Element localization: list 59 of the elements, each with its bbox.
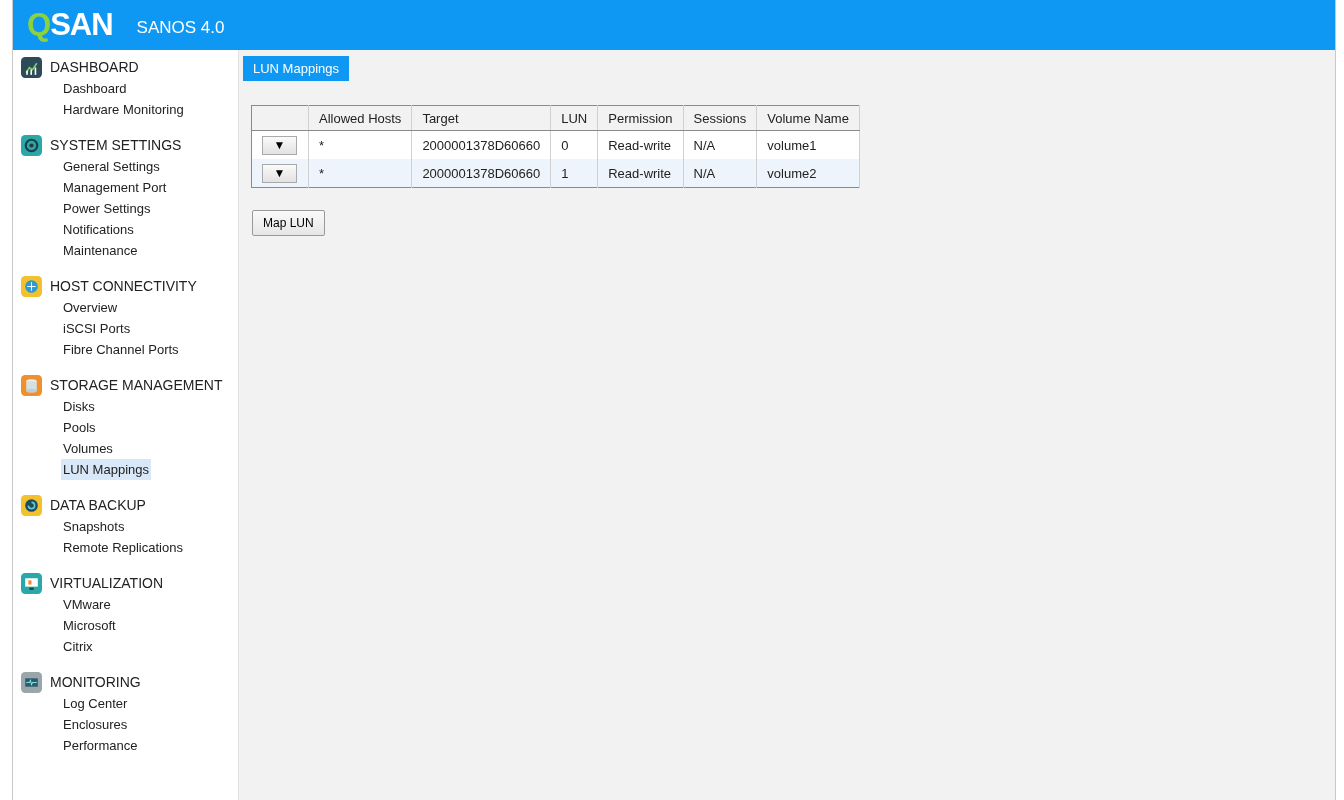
monitor-icon — [21, 572, 42, 594]
table-cell: volume2 — [756, 159, 860, 188]
table-cell: * — [308, 130, 412, 159]
chart-icon — [21, 56, 42, 78]
sidebar-item[interactable]: Hardware Monitoring — [61, 99, 186, 120]
sidebar-item[interactable]: Snapshots — [61, 516, 127, 537]
column-header: Sessions — [683, 105, 757, 131]
sidebar-item[interactable]: Pools — [61, 417, 98, 438]
table-cell: volume1 — [756, 130, 860, 159]
product-name: SANOS 4.0 — [136, 18, 225, 38]
table-cell: 1 — [550, 159, 598, 188]
database-icon — [21, 374, 42, 396]
sidebar-item[interactable]: Disks — [61, 396, 97, 417]
section-title: SYSTEM SETTINGS — [50, 137, 182, 153]
row-menu-button[interactable]: ▼ — [262, 135, 297, 155]
sidebar-item[interactable]: Enclosures — [61, 714, 130, 735]
sidebar-item[interactable]: Fibre Channel Ports — [61, 339, 181, 360]
row-menu-button[interactable]: ▼ — [262, 163, 297, 183]
section-title: DASHBOARD — [50, 59, 139, 75]
section-title: VIRTUALIZATION — [50, 575, 164, 591]
section-title: STORAGE MANAGEMENT — [50, 377, 223, 393]
section-title: DATA BACKUP — [50, 497, 146, 513]
sidebar-item[interactable]: Maintenance — [61, 240, 140, 261]
gear-icon — [21, 134, 42, 156]
column-header: Allowed Hosts — [308, 105, 412, 131]
sidebar-item[interactable]: Management Port — [61, 177, 169, 198]
sidebar-item[interactable]: Volumes — [61, 438, 115, 459]
column-header: Target — [411, 105, 551, 131]
sidebar-item[interactable]: Performance — [61, 735, 140, 756]
globe-icon — [21, 275, 42, 297]
section-title: MONITORING — [50, 674, 141, 690]
column-header: Permission — [597, 105, 684, 131]
sidebar-item[interactable]: General Settings — [61, 156, 162, 177]
sidebar-item[interactable]: Microsoft — [61, 615, 118, 636]
sidebar-item[interactable]: Remote Replications — [61, 537, 185, 558]
table-cell: 2000001378D60660 — [411, 159, 551, 188]
table-cell: N/A — [683, 159, 757, 188]
sidebar-item[interactable]: VMware — [61, 594, 113, 615]
table-cell: Read-write — [597, 130, 684, 159]
sidebar-item[interactable]: Log Center — [61, 693, 130, 714]
sidebar-item[interactable]: Citrix — [61, 636, 95, 657]
page-title: LUN Mappings — [243, 56, 349, 81]
sidebar-item[interactable]: Dashboard — [61, 78, 129, 99]
sidebar-item[interactable]: iSCSI Ports — [61, 318, 133, 339]
column-header: LUN — [550, 105, 598, 131]
table-cell: * — [308, 159, 412, 188]
sidebar-item[interactable]: Overview — [61, 297, 120, 318]
pulse-icon — [21, 671, 42, 693]
logo: QSAN — [27, 7, 113, 43]
table-cell: N/A — [683, 130, 757, 159]
backup-icon — [21, 494, 42, 516]
table-cell: Read-write — [597, 159, 684, 188]
map-lun-button[interactable]: Map LUN — [252, 210, 325, 236]
section-title: HOST CONNECTIVITY — [50, 278, 197, 294]
sidebar-item[interactable]: Notifications — [61, 219, 136, 240]
table-cell: 2000001378D60660 — [411, 130, 551, 159]
sidebar-item[interactable]: LUN Mappings — [61, 459, 151, 480]
sidebar-item[interactable]: Power Settings — [61, 198, 153, 219]
column-header: Volume Name — [756, 105, 860, 131]
